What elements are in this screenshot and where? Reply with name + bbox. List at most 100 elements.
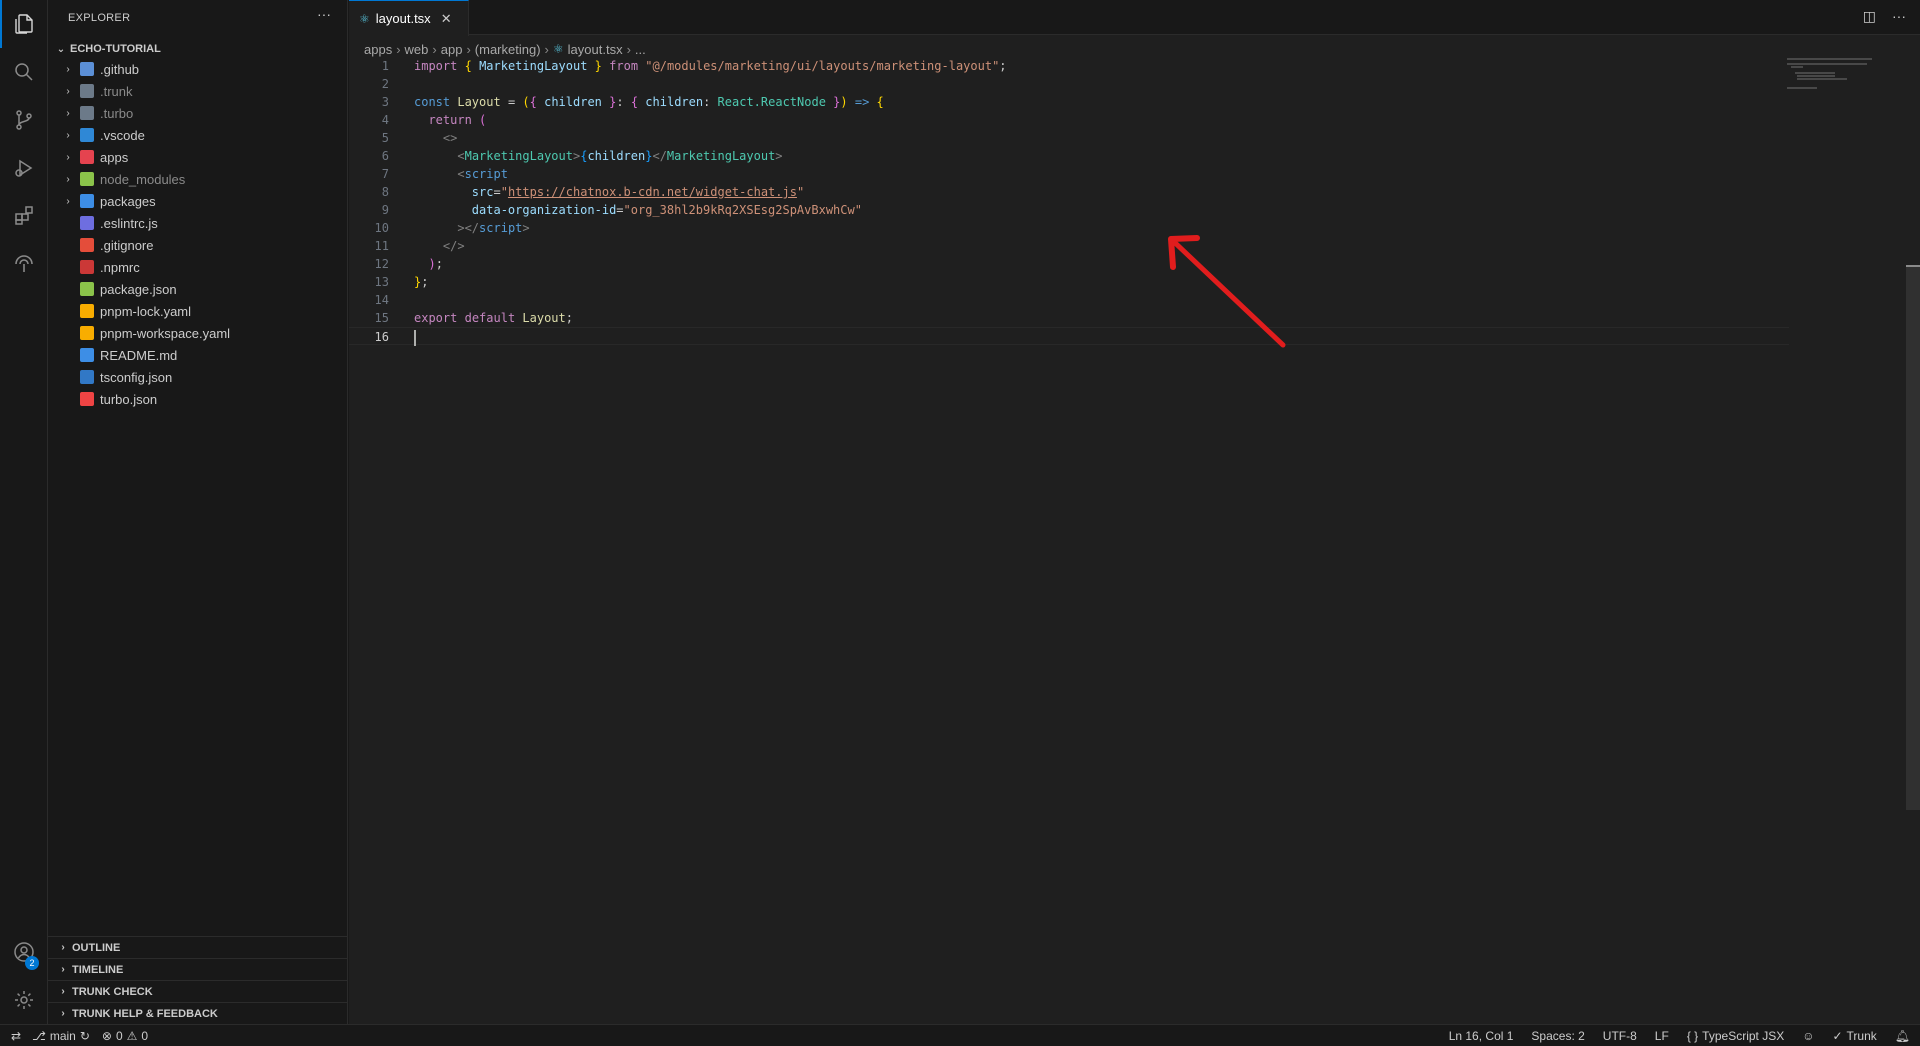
problems-indicator[interactable]: ⊗ 0 ⚠ 0	[102, 1029, 148, 1043]
panel-header[interactable]: › TRUNK HELP & FEEDBACK	[48, 1003, 348, 1025]
line-number: 15	[374, 311, 389, 325]
folder-icon	[80, 106, 94, 120]
chevron-right-icon: ›	[61, 942, 65, 953]
tree-item-label: apps	[100, 149, 129, 165]
folder-item[interactable]: › node_modules	[48, 168, 348, 190]
line-number: 10	[374, 221, 389, 235]
search-icon[interactable]	[0, 48, 48, 96]
file-type-icon	[80, 260, 94, 274]
more-actions-icon[interactable]: ···	[1892, 8, 1906, 25]
extensions-icon[interactable]	[0, 192, 48, 240]
folder-item[interactable]: › apps	[48, 146, 348, 168]
tree-item-label: .npmrc	[100, 259, 140, 275]
text-cursor	[414, 329, 416, 346]
remote-indicator-icon[interactable]: ⇄	[0, 1029, 32, 1043]
breadcrumb-item[interactable]: apps	[364, 42, 392, 57]
breadcrumb-item[interactable]: app	[441, 42, 463, 57]
folder-item[interactable]: › .github	[48, 58, 348, 80]
file-type-icon	[80, 326, 94, 340]
editor-tabs: ⚛ layout.tsx ✕ ◫ ···	[349, 0, 1920, 36]
trunk-status[interactable]: ✓ Trunk	[1832, 1029, 1876, 1043]
code-line-15: 15 export default Layout;	[349, 309, 1789, 327]
indentation[interactable]: Spaces: 2	[1531, 1029, 1584, 1043]
trunk-icon[interactable]	[0, 240, 48, 288]
line-number: 9	[381, 203, 389, 217]
file-item[interactable]: .eslintrc.js	[48, 212, 348, 234]
chevron-right-icon: ›	[66, 151, 70, 163]
react-file-icon: ⚛	[552, 42, 564, 56]
folder-item[interactable]: › packages	[48, 190, 348, 212]
language-label: TypeScript JSX	[1702, 1029, 1785, 1043]
code-line-5: 5 <>	[349, 129, 1789, 147]
red-annotation-arrow-icon	[1168, 235, 1286, 348]
tree-item-label: README.md	[100, 347, 178, 363]
breadcrumb-item[interactable]: layout.tsx	[568, 42, 623, 57]
tree-item-label: packages	[100, 193, 156, 209]
file-item[interactable]: .npmrc	[48, 256, 348, 278]
accounts-icon[interactable]: 2	[0, 928, 48, 976]
code-line-16: 16	[349, 327, 1789, 346]
file-item[interactable]: README.md	[48, 344, 348, 366]
end-of-line[interactable]: LF	[1655, 1029, 1669, 1043]
folder-item[interactable]: › .vscode	[48, 124, 348, 146]
breadcrumb-item[interactable]: (marketing)	[475, 42, 541, 57]
minimap[interactable]	[1787, 57, 1897, 97]
line-number: 12	[374, 257, 389, 271]
editor-scrollbar[interactable]	[1906, 265, 1920, 810]
file-item[interactable]: .gitignore	[48, 234, 348, 256]
file-type-icon	[80, 304, 94, 318]
panel-header[interactable]: › OUTLINE	[48, 937, 348, 959]
file-item[interactable]: tsconfig.json	[48, 366, 348, 388]
tree-item-label: node_modules	[100, 171, 186, 187]
tree-item-label: pnpm-lock.yaml	[100, 303, 192, 319]
panel-header[interactable]: › TRUNK CHECK	[48, 981, 348, 1003]
workspace-root-folder[interactable]: ⌄ ECHO-TUTORIAL	[48, 38, 348, 60]
explorer-icon[interactable]	[0, 0, 48, 48]
line-number: 2	[381, 77, 389, 91]
code-editor[interactable]: 1 import { MarketingLayout } from "@/modu…	[349, 57, 1789, 346]
line-number: 8	[381, 185, 389, 199]
chevron-down-icon: ⌄	[56, 43, 66, 55]
line-number: 3	[381, 95, 389, 109]
folder-item[interactable]: › .trunk	[48, 80, 348, 102]
folder-item[interactable]: › .turbo	[48, 102, 348, 124]
file-item[interactable]: package.json	[48, 278, 348, 300]
file-type-icon	[80, 392, 94, 406]
breadcrumb-item[interactable]: ...	[635, 42, 646, 57]
settings-gear-icon[interactable]	[0, 976, 48, 1024]
line-number: 5	[381, 131, 389, 145]
tree-item-label: pnpm-workspace.yaml	[100, 325, 231, 341]
explorer-more-icon[interactable]: ···	[317, 6, 331, 22]
file-item[interactable]: pnpm-workspace.yaml	[48, 322, 348, 344]
code-line-8: 8 src="https://chatnox.b-cdn.net/widget-…	[349, 183, 1789, 201]
file-item[interactable]: pnpm-lock.yaml	[48, 300, 348, 322]
tree-item-label: .github	[100, 61, 140, 77]
notifications-bell-icon[interactable]: 🔔︎	[1895, 1029, 1910, 1043]
encoding[interactable]: UTF-8	[1603, 1029, 1637, 1043]
panel-title: OUTLINE	[72, 941, 121, 954]
line-number: 4	[381, 113, 389, 127]
tree-item-label: package.json	[100, 281, 177, 297]
tree-item-label: .turbo	[100, 105, 134, 121]
copilot-icon[interactable]: ☺	[1802, 1029, 1814, 1043]
run-debug-icon[interactable]	[0, 144, 48, 192]
code-line-10: 10 ></script>	[349, 219, 1789, 237]
tab-layout-tsx[interactable]: ⚛ layout.tsx ✕	[349, 0, 469, 36]
close-icon[interactable]: ✕	[441, 11, 452, 27]
split-editor-icon[interactable]: ◫	[1863, 8, 1876, 25]
file-item[interactable]: turbo.json	[48, 388, 348, 410]
language-mode[interactable]: { } TypeScript JSX	[1687, 1029, 1784, 1043]
panel-header[interactable]: › TIMELINE	[48, 959, 348, 981]
tree-item-label: .trunk	[100, 83, 133, 99]
line-number: 16	[374, 330, 389, 344]
editor-actions: ◫ ···	[1863, 8, 1906, 25]
react-file-icon: ⚛	[359, 11, 370, 26]
vscode-window: 2 EXPLORER ··· ⌄ ECHO-TUTORIAL › .github ›…	[0, 0, 1920, 1046]
source-control-icon[interactable]	[0, 96, 48, 144]
breadcrumb-item[interactable]: web	[405, 42, 429, 57]
cursor-position[interactable]: Ln 16, Col 1	[1449, 1029, 1514, 1043]
branch-indicator[interactable]: ⎇ main ↻	[32, 1029, 90, 1043]
tree-item-label: .eslintrc.js	[100, 215, 158, 231]
chevron-right-icon: ›	[466, 41, 471, 57]
sync-icon: ↻	[79, 1029, 90, 1043]
